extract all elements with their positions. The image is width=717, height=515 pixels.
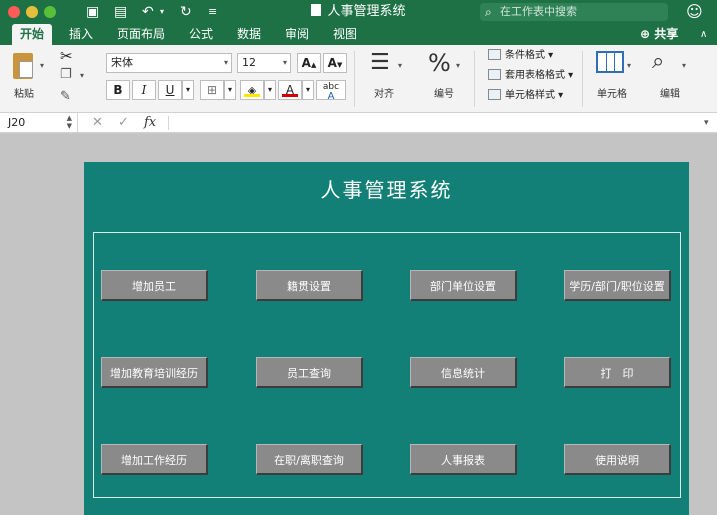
- tab-view[interactable]: 视图: [328, 24, 362, 45]
- education-dept-position-settings-button[interactable]: 学历/部门/职位设置: [564, 270, 671, 301]
- font-size-value: 12: [242, 56, 256, 69]
- font-color-button[interactable]: A: [278, 80, 302, 100]
- underline-button[interactable]: U: [158, 80, 182, 100]
- formula-bar: J20 ▲ ▼ ✕ ✓ fx ▾: [0, 113, 717, 133]
- cell-styles-button[interactable]: 单元格样式 ▾: [488, 89, 563, 103]
- font-name-select[interactable]: 宋体 ▾: [106, 53, 232, 73]
- align-label: 对齐: [374, 89, 394, 100]
- chevron-down-icon: ▾: [223, 58, 228, 67]
- cut-icon[interactable]: ✂: [60, 47, 73, 65]
- collapse-ribbon-icon[interactable]: ∧: [700, 24, 707, 45]
- title-bar: ▣ ▤ ↶ ▾ ↻ ≡ 人事管理系统 ⌕ 在工作表中搜索 ☺: [0, 0, 717, 24]
- expand-formula-bar-icon[interactable]: ▾: [704, 113, 709, 133]
- fill-color-swatch: [244, 94, 260, 97]
- format-painter-icon[interactable]: ✎: [60, 89, 71, 104]
- table-format-label: 套用表格格式: [505, 70, 565, 81]
- ribbon: ▾ 粘贴 ✂ ❐ ▾ ✎ 宋体 ▾ 12 ▾ A▲ A▼ B I U ▾ ⊞ ▾ ◈…: [0, 45, 717, 113]
- search-icon: ⌕: [485, 5, 492, 19]
- increase-font-icon: A: [301, 56, 311, 70]
- user-guide-button[interactable]: 使用说明: [564, 444, 671, 475]
- statistics-button[interactable]: 信息统计: [410, 357, 517, 388]
- panel-title: 人事管理系统: [320, 178, 453, 202]
- document-icon: [311, 4, 322, 16]
- format-as-table-button[interactable]: 套用表格格式 ▾: [488, 69, 573, 83]
- sheet-search-input[interactable]: ⌕ 在工作表中搜索: [480, 3, 668, 21]
- fill-color-dropdown[interactable]: ▾: [264, 80, 276, 100]
- insert-function-button[interactable]: fx: [144, 113, 156, 133]
- formula-input[interactable]: [176, 113, 697, 133]
- name-box[interactable]: J20 ▲ ▼: [0, 113, 78, 133]
- share-button[interactable]: ⊕ 共享: [640, 24, 678, 45]
- cell-style-icon: [488, 89, 501, 100]
- fill-color-button[interactable]: ◈: [240, 80, 264, 100]
- align-icon[interactable]: ☰: [370, 51, 396, 77]
- hr-report-button[interactable]: 人事报表: [410, 444, 517, 475]
- tab-page-layout[interactable]: 页面布局: [112, 24, 170, 45]
- name-box-stepper-icon[interactable]: ▲ ▼: [67, 114, 72, 130]
- increase-font-button[interactable]: A▲: [297, 53, 321, 73]
- employee-query-button[interactable]: 员工查询: [256, 357, 363, 388]
- font-size-select[interactable]: 12 ▾: [237, 53, 291, 73]
- table-format-icon: [488, 69, 501, 80]
- find-edit-icon[interactable]: ⌕: [652, 49, 664, 74]
- share-label: 共享: [654, 27, 679, 41]
- cells-icon[interactable]: [596, 51, 624, 73]
- cells-label: 单元格: [597, 89, 627, 100]
- borders-dropdown[interactable]: ▾: [224, 80, 236, 100]
- font-name-value: 宋体: [111, 56, 133, 69]
- decrease-font-button[interactable]: A▼: [323, 53, 347, 73]
- cells-dropdown-icon[interactable]: ▾: [627, 61, 631, 70]
- borders-icon: ⊞: [206, 83, 218, 97]
- cancel-icon[interactable]: ✕: [92, 113, 103, 133]
- underline-dropdown[interactable]: ▾: [182, 80, 194, 100]
- paste-label: 粘贴: [14, 89, 34, 100]
- copy-dropdown-icon[interactable]: ▾: [80, 71, 84, 80]
- print-button[interactable]: 打 印: [564, 357, 671, 388]
- edit-dropdown-icon[interactable]: ▾: [682, 61, 686, 70]
- chevron-down-icon: ▾: [282, 58, 287, 67]
- ribbon-tabs: 开始 插入 页面布局 公式 数据 审阅 视图 ⊕ 共享 ∧: [0, 24, 717, 45]
- cell-reference: J20: [8, 116, 26, 129]
- native-place-settings-button[interactable]: 籍贯设置: [256, 270, 363, 301]
- edit-label: 编辑: [660, 89, 680, 100]
- feedback-smiley-icon[interactable]: ☺: [686, 2, 703, 21]
- cell-style-label: 单元格样式: [505, 90, 555, 101]
- italic-button[interactable]: I: [132, 80, 156, 100]
- add-work-experience-button[interactable]: 增加工作经历: [101, 444, 208, 475]
- cond-format-label: 条件格式: [505, 50, 545, 61]
- bold-button[interactable]: B: [106, 80, 130, 100]
- number-dropdown-icon[interactable]: ▾: [456, 61, 460, 70]
- department-unit-settings-button[interactable]: 部门单位设置: [410, 270, 517, 301]
- tab-review[interactable]: 审阅: [280, 24, 314, 45]
- tab-formulas[interactable]: 公式: [184, 24, 218, 45]
- conditional-format-icon: [488, 49, 501, 60]
- phonetic-guide-button[interactable]: abc A: [316, 80, 346, 102]
- number-label: 编号: [434, 89, 454, 100]
- copy-icon[interactable]: ❐: [60, 67, 72, 82]
- tab-insert[interactable]: 插入: [64, 24, 98, 45]
- borders-button[interactable]: ⊞: [200, 80, 224, 100]
- tab-home[interactable]: 开始: [12, 24, 52, 45]
- search-placeholder: 在工作表中搜索: [500, 5, 577, 18]
- decrease-font-icon: A: [327, 56, 337, 70]
- add-employee-button[interactable]: 增加员工: [101, 270, 208, 301]
- align-dropdown-icon[interactable]: ▾: [398, 61, 402, 70]
- paste-dropdown-icon[interactable]: ▾: [40, 61, 44, 70]
- enter-icon[interactable]: ✓: [118, 113, 129, 133]
- number-format-button[interactable]: %: [428, 49, 451, 77]
- paste-button[interactable]: [10, 51, 36, 81]
- conditional-formatting-button[interactable]: 条件格式 ▾: [488, 49, 553, 63]
- add-education-training-button[interactable]: 增加教育培训经历: [101, 357, 208, 388]
- font-color-swatch: [282, 94, 298, 97]
- window-title-text: 人事管理系统: [327, 4, 406, 19]
- font-color-dropdown[interactable]: ▾: [302, 80, 314, 100]
- employment-status-query-button[interactable]: 在职/离职查询: [256, 444, 363, 475]
- tab-data[interactable]: 数据: [232, 24, 266, 45]
